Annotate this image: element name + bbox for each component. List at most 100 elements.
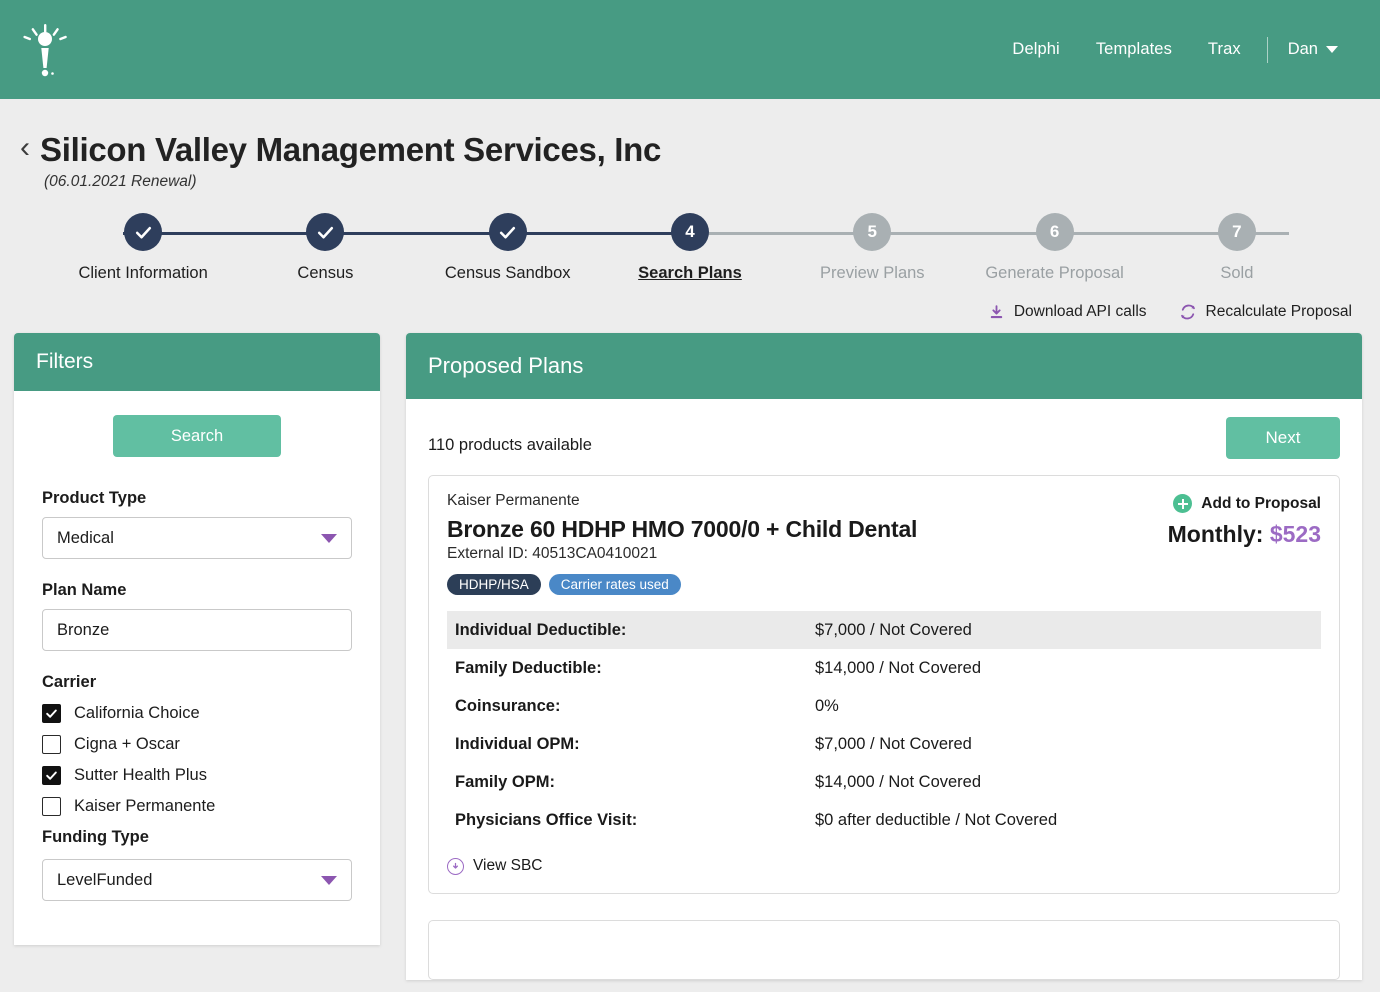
benefit-label: Individual Deductible: [455,620,627,639]
chevron-down-icon [321,875,337,885]
main-content: Filters Search Product Type Medical Plan… [0,321,1380,980]
benefit-row: Individual Deductible: $7,000 / Not Cove… [447,611,1321,649]
check-icon [135,226,151,239]
user-name-label: Dan [1287,40,1318,58]
add-to-proposal-label: Add to Proposal [1201,494,1321,512]
filters-panel-title: Filters [14,333,380,391]
step-label-3: Census Sandbox [444,264,571,282]
recalculate-proposal-label: Recalculate Proposal [1205,303,1352,320]
title-row: ‹ Silicon Valley Management Services, In… [20,131,1380,169]
carrier-label-3: Kaiser Permanente [74,797,216,815]
benefit-label: Family Deductible: [455,658,602,677]
plan-carrier: Kaiser Permanente [447,492,580,509]
plus-icon [1173,494,1193,513]
funding-type-select[interactable]: LevelFunded [42,859,352,901]
plan-card[interactable]: Kaiser Permanente Bronze 60 HDHP HMO 700… [428,475,1340,894]
plan-name: Bronze 60 HDHP HMO 7000/0 + Child Dental [447,516,918,542]
step-census[interactable]: Census [234,213,416,283]
carrier-label-0: California Choice [74,704,200,722]
benefit-label: Individual OPM: [455,734,580,753]
refresh-icon [1180,304,1195,320]
add-to-proposal-button[interactable]: Add to Proposal [1168,494,1321,513]
monthly-amount: $523 [1269,521,1321,547]
nav-link-trax[interactable]: Trax [1190,40,1259,59]
chevron-down-icon [321,533,337,543]
download-api-calls-label: Download API calls [1013,303,1147,320]
badge-carrier-rates-used: Carrier rates used [548,574,681,595]
top-navigation-bar: Delphi Templates Trax Dan [0,0,1380,99]
carrier-checkbox-sutter-health-plus[interactable]: Sutter Health Plus [42,766,352,785]
step-circle-7: 7 [1217,213,1256,251]
step-circle-6: 6 [1035,213,1074,251]
page-actions: Download API calls Recalculate Proposal [0,293,1380,321]
search-button[interactable]: Search [113,415,281,457]
plan-card-info: Kaiser Permanente Bronze 60 HDHP HMO 700… [447,492,917,595]
benefit-value: $14,000 / Not Covered [815,658,982,677]
checkbox-icon [42,704,61,723]
checkbox-icon [42,797,61,816]
product-type-value: Medical [57,528,114,547]
benefit-row: Physicians Office Visit: $0 after deduct… [447,801,1321,839]
plan-badges: HDHP/HSA Carrier rates used [447,574,917,595]
step-sold[interactable]: 7 Sold [1146,213,1328,283]
page-title: Silicon Valley Management Services, Inc [40,131,662,168]
next-button[interactable]: Next [1226,417,1340,459]
badge-hdhp-hsa: HDHP/HSA [447,574,541,595]
plan-name-value: Bronze [57,620,110,639]
funding-type-label: Funding Type [42,828,149,846]
product-type-label: Product Type [42,489,147,507]
benefit-row: Family Deductible: $14,000 / Not Covered [447,649,1321,687]
proposed-plans-body: 110 products available Next Kaiser Perma… [406,399,1362,980]
benefit-value: $7,000 / Not Covered [815,620,972,639]
benefit-value: $14,000 / Not Covered [815,772,982,791]
plan-name-input[interactable]: Bronze [42,609,352,651]
benefit-value: $7,000 / Not Covered [815,734,972,753]
benefit-row: Individual OPM: $7,000 / Not Covered [447,725,1321,763]
benefit-row: Family OPM: $14,000 / Not Covered [447,763,1321,801]
step-generate-proposal[interactable]: 6 Generate Proposal [963,213,1145,283]
page-subtitle: (06.01.2021 Renewal) [44,173,197,190]
plan-benefits-table: Individual Deductible: $7,000 / Not Cove… [447,611,1321,839]
carrier-checkbox-california-choice[interactable]: California Choice [42,704,352,723]
step-label-1: Client Information [78,264,208,282]
benefit-row: Coinsurance: 0% [447,687,1321,725]
funding-type-value: LevelFunded [57,870,153,889]
step-client-information[interactable]: Client Information [52,213,234,283]
products-available-count: 110 products available [428,436,592,454]
plan-card-next[interactable] [428,920,1340,980]
carrier-checkbox-kaiser-permanente[interactable]: Kaiser Permanente [42,797,352,816]
nav-divider [1266,36,1268,63]
step-circle-3 [488,213,527,251]
product-type-select[interactable]: Medical [42,517,352,559]
step-search-plans[interactable]: 4 Search Plans [599,213,781,283]
benefit-label: Coinsurance: [455,696,561,715]
benefit-value: $0 after deductible / Not Covered [815,810,1058,829]
carrier-checkbox-cigna-oscar[interactable]: Cigna + Oscar [42,735,352,754]
checkbox-icon [42,766,61,785]
stepper-steps: Client Information Census Census Sandbox… [30,213,1350,283]
nav-link-delphi[interactable]: Delphi [994,40,1077,59]
proposed-plans-title: Proposed Plans [406,333,1362,399]
nav-link-templates[interactable]: Templates [1078,40,1190,59]
step-label-4: Search Plans [638,264,742,282]
checkbox-icon [42,735,61,754]
torch-logo[interactable] [22,19,68,81]
benefit-label: Family OPM: [455,772,555,791]
carrier-label-1: Cigna + Oscar [74,735,180,753]
plan-card-actions: Add to Proposal Monthly: $523 [1168,492,1321,548]
view-sbc-link[interactable]: View SBC [447,857,1321,875]
step-circle-1 [124,213,163,251]
filters-body: Search Product Type Medical Plan Name Br… [14,391,380,945]
carrier-label: Carrier [42,673,97,691]
step-circle-2 [306,213,345,251]
recalculate-proposal-link[interactable]: Recalculate Proposal [1179,303,1352,321]
download-api-calls-link[interactable]: Download API calls [988,303,1147,321]
user-menu[interactable]: Dan [1276,40,1342,59]
plans-toolbar: 110 products available Next [428,417,1340,459]
step-preview-plans[interactable]: 5 Preview Plans [781,213,963,283]
download-icon [990,304,1002,318]
step-census-sandbox[interactable]: Census Sandbox [417,213,599,283]
check-icon [500,226,516,239]
proposed-plans-panel: Proposed Plans 110 products available Ne… [406,333,1362,980]
back-chevron-icon[interactable]: ‹ [20,133,30,163]
